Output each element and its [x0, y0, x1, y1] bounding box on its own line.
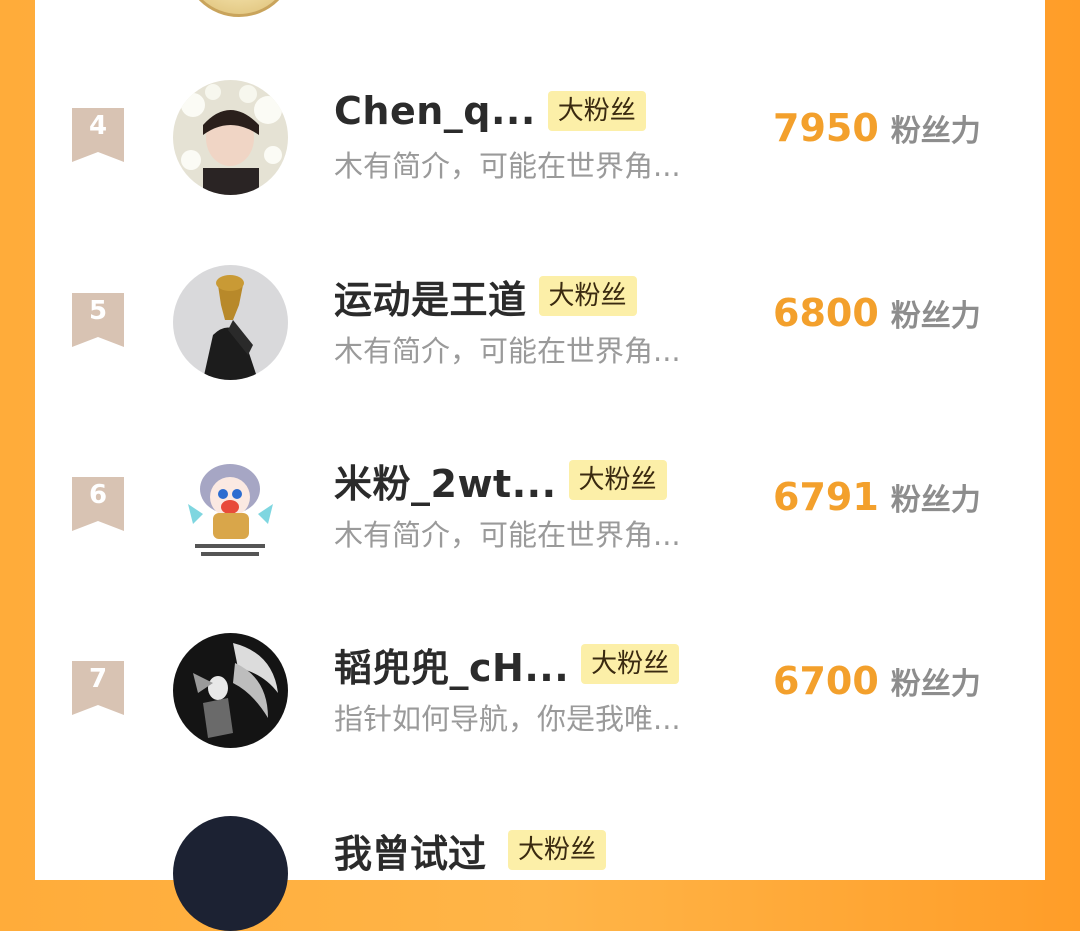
fan-score-label: 粉丝力	[890, 483, 981, 518]
name-line: 米粉_2wt... 大粉丝	[334, 453, 667, 508]
fan-level-badge: 大粉丝	[547, 91, 646, 131]
rank-number: 7	[88, 664, 108, 694]
user-name-partial[interactable]: 我曾试过	[334, 823, 486, 878]
list-item-rank-7[interactable]: 7 韬兜兜_cH... 大粉丝 指针如何导航，你是我唯... 6700 粉丝力	[0, 631, 1080, 761]
name-line: Chen_q... 大粉丝	[334, 86, 646, 136]
rank-ribbon-icon: 4	[72, 108, 124, 162]
fan-score-value: 6700	[773, 659, 879, 703]
fan-score: 6800 粉丝力	[773, 291, 981, 335]
fan-score: 6791 粉丝力	[773, 475, 981, 519]
fan-score-label: 粉丝力	[890, 299, 981, 334]
user-name[interactable]: 运动是王道	[334, 269, 527, 324]
user-name[interactable]: 韬兜兜_cH...	[334, 637, 569, 692]
fan-score-value: 6791	[773, 475, 879, 519]
list-item-rank-4[interactable]: 4 Chen_q... 大粉丝 木有简介，可能在世界角... 7950 粉丝力	[0, 78, 1080, 208]
name-line: 运动是王道 大粉丝	[334, 269, 637, 324]
fan-level-badge: 大粉丝	[568, 460, 667, 500]
fan-score-value: 7950	[773, 106, 879, 150]
user-bio: 木有简介，可能在世界角...	[334, 518, 681, 552]
user-name[interactable]: 米粉_2wt...	[334, 453, 557, 508]
rank-ribbon-icon: 7	[72, 661, 124, 715]
rank-number: 4	[88, 111, 108, 141]
fan-score: 7950 粉丝力	[773, 106, 981, 150]
fan-level-badge-partial: 大粉丝	[508, 830, 607, 870]
name-line: 韬兜兜_cH... 大粉丝	[334, 637, 680, 692]
fan-level-badge: 大粉丝	[581, 644, 680, 684]
rank-number: 5	[88, 296, 108, 326]
rank-ribbon-icon: 6	[72, 477, 124, 531]
user-bio: 指针如何导航，你是我唯...	[334, 702, 681, 736]
list-item-rank-5[interactable]: 5 运动是王道 大粉丝 木有简介，可能在世界角... 6800 粉丝力	[0, 263, 1080, 393]
avatar[interactable]	[173, 80, 288, 195]
avatar[interactable]	[173, 265, 288, 380]
user-bio: 木有简介，可能在世界角...	[334, 149, 681, 183]
avatar[interactable]	[173, 633, 288, 748]
user-bio: 木有简介，可能在世界角...	[334, 334, 681, 368]
fan-score-value: 6800	[773, 291, 879, 335]
list-item-rank-6[interactable]: 6 米粉_2wt... 大粉丝 木有简介，可能在世界角... 6791 粉丝力	[0, 447, 1080, 577]
avatar[interactable]	[173, 449, 288, 564]
rank-ribbon-icon: 5	[72, 293, 124, 347]
rank-number: 6	[88, 480, 108, 510]
fan-score-label: 粉丝力	[890, 667, 981, 702]
fan-level-badge: 大粉丝	[538, 276, 637, 316]
fan-score: 6700 粉丝力	[773, 659, 981, 703]
avatar-partial[interactable]	[173, 816, 288, 931]
fan-score-label: 粉丝力	[890, 114, 981, 149]
user-name[interactable]: Chen_q...	[334, 89, 536, 133]
